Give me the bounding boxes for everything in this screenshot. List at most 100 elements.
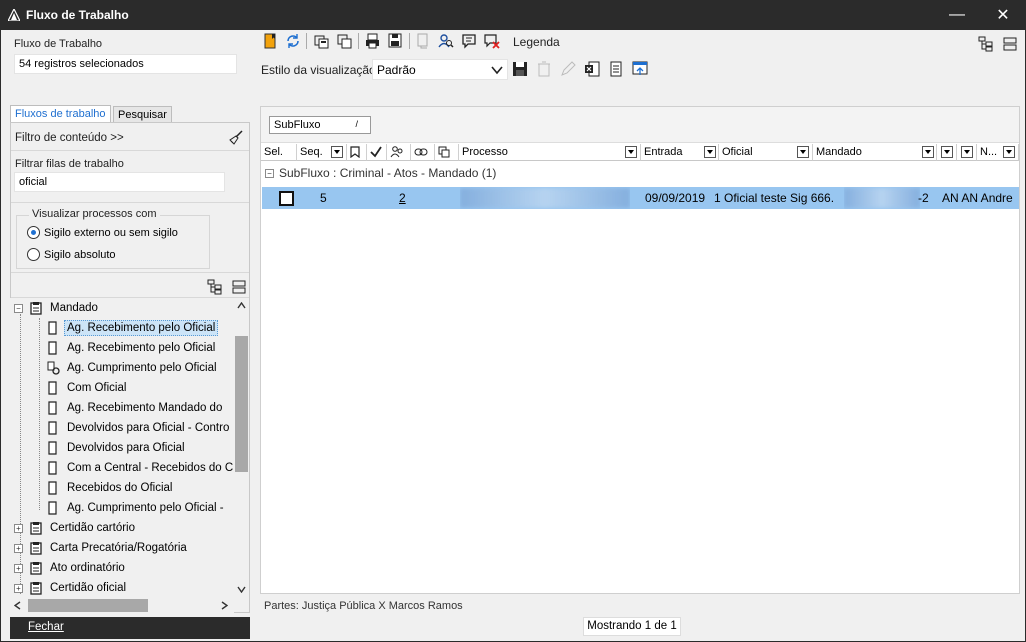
filter-n-icon[interactable] [1003,146,1015,158]
tree-label: Recebidos do Oficial [67,482,173,494]
parties-text: Partes: Justiça Pública X Marcos Ramos [264,600,463,612]
tree-vertical-scrollbar[interactable] [234,298,249,598]
tree-node-mandado[interactable]: − Mandado [14,298,101,318]
tree-item-ag-recebimento-oficial-1[interactable]: Ag. Recebimento pelo Oficial [46,318,219,338]
tree-item-com-oficial[interactable]: Com Oficial [46,378,129,398]
legend-link[interactable]: Legenda [513,35,560,49]
col-header-oficial-label: Oficial [722,146,753,158]
tree-view-icon[interactable] [978,36,994,52]
tree-label: Mandado [50,302,98,314]
scroll-thumb[interactable] [235,336,248,472]
group-chip-subfluxo[interactable]: SubFluxo / [269,116,371,134]
minimize-button[interactable]: — [934,0,980,30]
broom-icon[interactable] [228,130,244,146]
tree-item-ag-cumprimento-oficial-2[interactable]: Ag. Cumprimento pelo Oficial - [46,498,227,518]
page-icon [48,441,57,455]
close-button[interactable]: Fechar [10,617,250,639]
tree-item-ag-recebimento-oficial-2[interactable]: Ag. Recebimento pelo Oficial [46,338,218,358]
scroll-right-icon[interactable] [221,601,228,610]
duplicate-icon[interactable] [337,33,353,49]
bookmark-icon[interactable] [263,33,279,49]
row-select-checkbox[interactable] [279,187,294,209]
col-header-mandado[interactable]: Mandado [813,144,937,161]
collapse-group-icon[interactable]: − [265,168,274,178]
refresh-icon[interactable] [285,33,301,49]
filter-oficial-icon[interactable] [797,146,809,158]
expand-icon[interactable]: + [14,563,23,573]
scroll-down-icon[interactable] [237,586,246,593]
tree-item-com-a-central[interactable]: Com a Central - Recebidos do C [46,458,234,478]
tree-item-recebidos-oficial[interactable]: Recebidos do Oficial [46,478,175,498]
copy-icon [438,146,450,158]
people-icon [390,146,403,158]
radio-absolute-secrecy-label: Sigilo absoluto [44,248,116,261]
chevron-down-icon [491,66,503,75]
checkmark-icon [370,146,382,158]
list-view-icon[interactable] [1002,36,1018,52]
expand-icon[interactable]: + [14,523,23,533]
save-icon[interactable] [512,61,528,77]
tab-workflows[interactable]: Fluxos de trabalho [10,105,111,122]
link-icon [414,148,428,156]
scroll-up-icon[interactable] [237,302,246,309]
filter-extra-2-icon[interactable] [961,146,973,158]
group-row[interactable]: − SubFluxo : Criminal - Atos - Mandado (… [261,163,1019,183]
tree-label: Ag. Cumprimento pelo Oficial - [67,502,224,514]
scroll-thumb[interactable] [28,599,148,612]
page-icon [48,481,57,495]
queues-filter-input[interactable]: oficial [14,172,225,192]
search-user-icon[interactable] [438,33,454,49]
expand-icon[interactable]: + [14,543,23,553]
tree-item-devolvidos-controle[interactable]: Devolvidos para Oficial - Contro [46,418,232,438]
page-icon [48,421,57,435]
radio-absolute-secrecy[interactable]: Sigilo absoluto [27,248,116,261]
col-header-processo[interactable]: Processo [459,144,641,161]
workflow-tree: − Mandado Ag. Recebimento pelo Oficial A… [10,298,234,598]
excel-export-icon[interactable] [584,61,600,77]
radio-external-secrecy[interactable]: Sigilo externo ou sem sigilo [27,226,178,239]
tree-item-ag-cumprimento-oficial[interactable]: Ag. Cumprimento pelo Oficial [46,358,220,378]
checkbox-icon [279,190,294,206]
tree-node-ato-ordinatorio[interactable]: + Ato ordinatório [14,558,128,578]
tree-item-devolvidos-oficial[interactable]: Devolvidos para Oficial [46,438,188,458]
close-window-button[interactable]: ✕ [980,0,1026,30]
cell-link[interactable]: 2 [399,187,406,209]
tree-collapse-icon[interactable] [231,279,247,295]
delete-comment-icon[interactable] [484,33,500,49]
comment-icon[interactable] [461,33,477,49]
view-style-select[interactable]: Padrão [372,59,508,80]
tree-label: Carta Precatória/Rogatória [50,542,187,554]
col-header-bookmark[interactable] [347,144,367,161]
filter-extra-1-icon[interactable] [941,146,953,158]
col-header-check[interactable] [367,144,387,161]
filter-entrada-icon[interactable] [704,146,716,158]
col-header-people[interactable] [387,144,411,161]
window-export-icon[interactable] [632,61,648,77]
document-icon[interactable] [608,61,624,77]
tab-search[interactable]: Pesquisar [113,106,172,123]
tree-node-certidao-cartorio[interactable]: + Certidão cartório [14,518,138,538]
save-doc-icon[interactable] [388,33,404,49]
print-doc-icon[interactable] [365,33,381,49]
expand-icon[interactable]: + [14,583,23,593]
workflow-field[interactable]: 54 registros selecionados [14,54,237,74]
copy-window-icon[interactable] [314,33,330,49]
radio-selected-icon [27,226,40,239]
tree-node-carta-precatoria[interactable]: + Carta Precatória/Rogatória [14,538,190,558]
tree-item-ag-recebimento-mandado[interactable]: Ag. Recebimento Mandado do [46,398,225,418]
tree-expand-icon[interactable] [207,279,223,295]
bookmark-outline-icon [350,146,360,158]
col-header-sel[interactable]: Sel. [261,144,297,161]
scroll-left-icon[interactable] [14,601,21,610]
content-filter-toggle[interactable]: Filtro de conteúdo >> [15,132,124,144]
col-header-copy[interactable] [435,144,459,161]
filter-mandado-icon[interactable] [922,146,934,158]
col-header-entrada-label: Entrada [644,146,683,158]
tree-horizontal-scrollbar[interactable] [10,598,234,613]
collapse-icon[interactable]: − [14,303,23,313]
filter-processo-icon[interactable] [625,146,637,158]
col-header-link[interactable] [411,144,435,161]
tree-node-certidao-oficial[interactable]: + Certidão oficial [14,578,129,598]
filter-seq-icon[interactable] [331,146,343,158]
table-row[interactable]: 5 2 09/09/2019 1 Oficial teste Sig 666. … [262,187,1019,209]
